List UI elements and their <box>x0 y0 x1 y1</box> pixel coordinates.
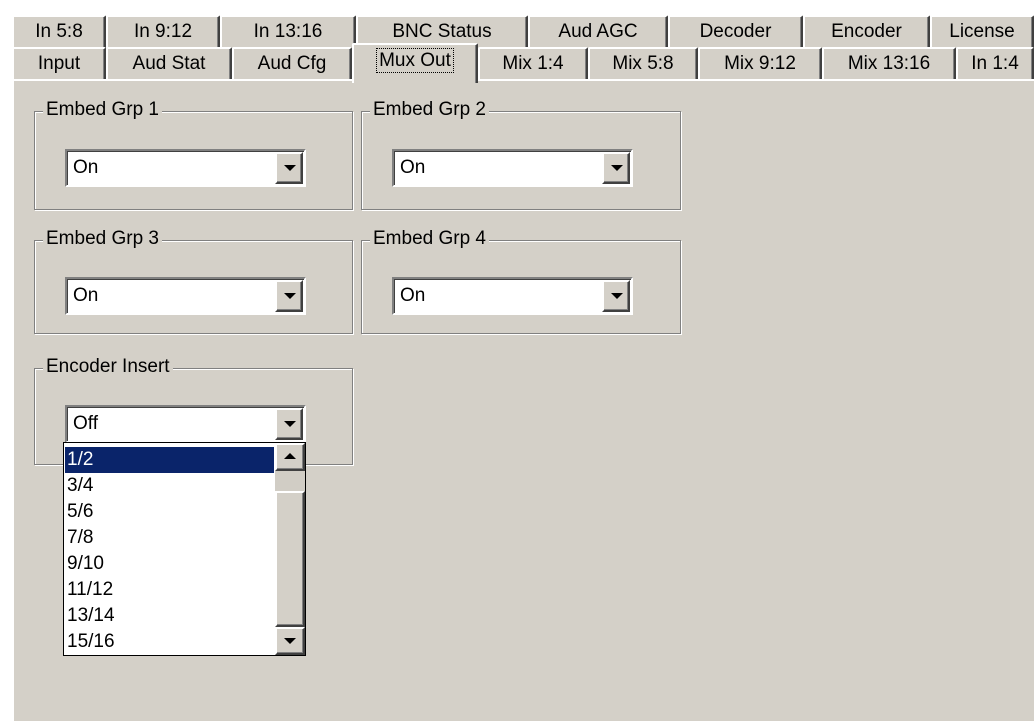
encoder-insert-value: Off <box>73 413 98 434</box>
tab-input[interactable]: Input <box>12 47 106 81</box>
tab-aud-agc[interactable]: Aud AGC <box>528 15 668 49</box>
scrollbar-thumb[interactable] <box>275 491 305 627</box>
arrow-down-icon <box>284 638 296 644</box>
tab-license[interactable]: License <box>930 15 1034 49</box>
tab-in-9-12[interactable]: In 9:12 <box>106 15 220 49</box>
tab-encoder[interactable]: Encoder <box>803 15 930 49</box>
tab-in-13-16[interactable]: In 13:16 <box>220 15 356 49</box>
tab-mix-9-12[interactable]: Mix 9:12 <box>698 47 822 81</box>
arrow-up-icon <box>284 453 296 459</box>
embed-grp-1-select[interactable]: On <box>65 149 306 187</box>
option-13-14[interactable]: 13/14 <box>65 603 274 629</box>
embed-grp-1-dropdown-button[interactable] <box>275 152 303 184</box>
embed-grp-1-group: Embed Grp 1 On <box>34 98 353 210</box>
chevron-down-icon <box>284 165 296 171</box>
embed-grp-1-label: Embed Grp 1 <box>43 98 162 122</box>
embed-grp-1-value: On <box>73 157 99 178</box>
embed-grp-4-select[interactable]: On <box>392 277 633 315</box>
encoder-insert-label: Encoder Insert <box>43 355 173 379</box>
embed-grp-2-value: On <box>400 157 426 178</box>
encoder-insert-dropdown-button[interactable] <box>275 408 303 440</box>
tab-row-back: In 5:8 In 9:12 In 13:16 BNC Status Aud A… <box>12 15 1034 49</box>
tab-mix-1-4[interactable]: Mix 1:4 <box>478 47 588 81</box>
option-3-4[interactable]: 3/4 <box>65 473 274 499</box>
option-7-8[interactable]: 7/8 <box>65 525 274 551</box>
embed-grp-2-label: Embed Grp 2 <box>370 98 489 122</box>
embed-grp-4-dropdown-button[interactable] <box>602 280 630 312</box>
embed-grp-3-label: Embed Grp 3 <box>43 227 162 251</box>
encoder-insert-options-list[interactable]: 1/2 3/4 5/6 7/8 9/10 11/12 13/14 15/16 <box>63 442 306 656</box>
scroll-up-button[interactable] <box>275 443 305 471</box>
tab-row-front: Input Aud Stat Aud Cfg Mux Out Mix 1:4 M… <box>12 43 1034 83</box>
embed-grp-2-select[interactable]: On <box>392 149 633 187</box>
chevron-down-icon <box>284 421 296 427</box>
embed-grp-4-label: Embed Grp 4 <box>370 227 489 251</box>
option-11-12[interactable]: 11/12 <box>65 577 274 603</box>
tab-mix-13-16[interactable]: Mix 13:16 <box>822 47 956 81</box>
option-1-2[interactable]: 1/2 <box>65 447 274 473</box>
option-15-16[interactable]: 15/16 <box>65 629 274 655</box>
options-scrollbar[interactable] <box>275 443 305 655</box>
embed-grp-4-group: Embed Grp 4 On <box>361 227 681 334</box>
chevron-down-icon <box>284 293 296 299</box>
chevron-down-icon <box>611 165 623 171</box>
embed-grp-2-dropdown-button[interactable] <box>602 152 630 184</box>
option-9-10[interactable]: 9/10 <box>65 551 274 577</box>
embed-grp-3-value: On <box>73 285 99 306</box>
chevron-down-icon <box>611 293 623 299</box>
embed-grp-3-dropdown-button[interactable] <box>275 280 303 312</box>
embed-grp-2-group: Embed Grp 2 On <box>361 98 681 210</box>
tab-aud-stat[interactable]: Aud Stat <box>106 47 232 81</box>
scroll-down-button[interactable] <box>275 627 305 655</box>
tab-aud-cfg[interactable]: Aud Cfg <box>232 47 352 81</box>
tab-in-1-4[interactable]: In 1:4 <box>956 47 1034 81</box>
option-5-6[interactable]: 5/6 <box>65 499 274 525</box>
encoder-insert-select[interactable]: Off <box>65 405 306 443</box>
mux-out-config-window: In 5:8 In 9:12 In 13:16 BNC Status Aud A… <box>0 0 1034 721</box>
embed-grp-4-value: On <box>400 285 426 306</box>
tab-decoder[interactable]: Decoder <box>668 15 803 49</box>
embed-grp-3-group: Embed Grp 3 On <box>34 227 353 334</box>
embed-grp-3-select[interactable]: On <box>65 277 306 315</box>
tab-mix-5-8[interactable]: Mix 5:8 <box>588 47 698 81</box>
tab-in-5-8[interactable]: In 5:8 <box>12 15 106 49</box>
tab-mux-out[interactable]: Mux Out <box>352 43 478 83</box>
